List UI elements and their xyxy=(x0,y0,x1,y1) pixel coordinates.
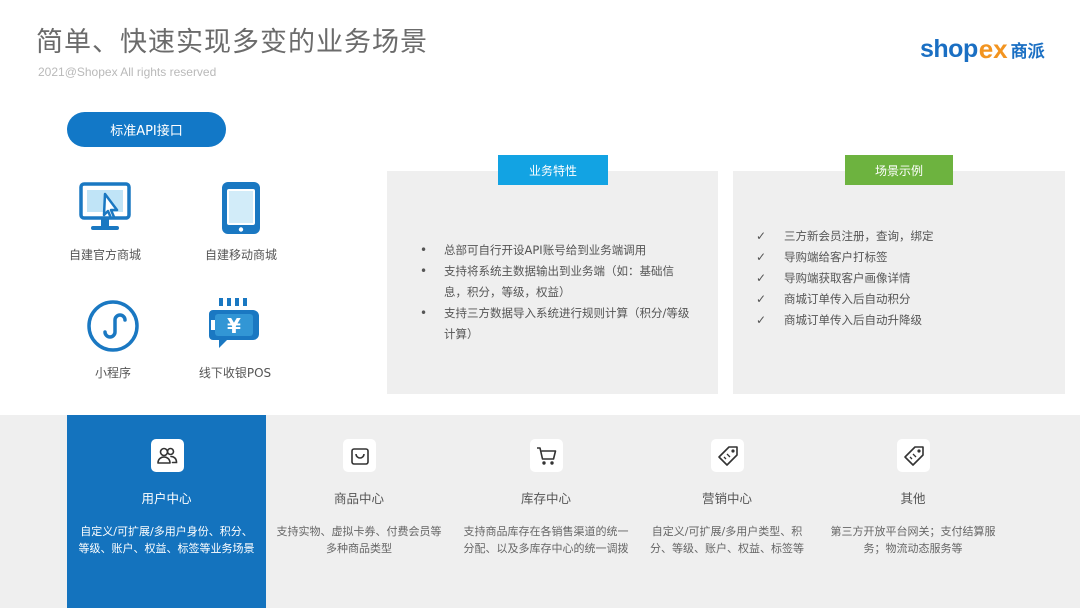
center-title: 营销中心 xyxy=(701,491,752,506)
tablet-icon xyxy=(222,182,260,234)
users-icon xyxy=(150,439,184,472)
tag-icon xyxy=(897,439,930,472)
scenarios-list: 三方新会员注册，查询，绑定 导购端给客户打标签 导购端获取客户画像详情 商城订单… xyxy=(756,226,1036,331)
center-description: 自定义/可扩展/多用户身份、积分、等级、账户、权益、标签等业务场景 xyxy=(78,525,255,555)
center-other[interactable]: 其他 第三方开放平台网关；支付结算服务；物流动态服务等 xyxy=(820,415,1006,608)
pos-terminal-icon: ¥ xyxy=(209,298,259,348)
logo-word: shop xyxy=(920,34,978,63)
channel-label: 线下收银POS xyxy=(198,366,272,380)
logo-x: ex xyxy=(978,33,1008,64)
features-list: 总部可自行开设API账号给到业务端调用 支持将系统主数据输出到业务端（如：基础信… xyxy=(420,240,690,345)
feature-item: 总部可自行开设API账号给到业务端调用 xyxy=(420,240,690,261)
standard-api-button[interactable]: 标准API接口 xyxy=(67,112,226,147)
logo-cn: 商派 xyxy=(1010,41,1045,62)
center-title: 商品中心 xyxy=(333,491,384,506)
svg-text:¥: ¥ xyxy=(227,314,241,338)
scenarios-tag: 场景示例 xyxy=(845,155,953,185)
center-inventory[interactable]: 库存中心 支持商品库存在各销售渠道的统一分配、以及多库存中心的统一调拨 xyxy=(453,415,639,608)
channel-label: 自建移动商城 xyxy=(204,248,277,262)
mini-program-icon xyxy=(87,300,139,352)
center-description: 支持商品库存在各销售渠道的统一分配、以及多库存中心的统一调拨 xyxy=(463,525,629,555)
center-user[interactable]: 用户中心 自定义/可扩展/多用户身份、积分、等级、账户、权益、标签等业务场景 xyxy=(67,415,266,608)
center-title: 库存中心 xyxy=(520,491,571,506)
scenario-item: 商城订单传入后自动积分 xyxy=(756,289,1036,310)
cart-icon xyxy=(530,439,563,472)
shopping-bag-icon xyxy=(343,439,376,472)
channel-official-store[interactable]: 自建官方商城 xyxy=(50,180,160,263)
feature-item: 支持将系统主数据输出到业务端（如：基础信息，积分，等级，权益） xyxy=(420,261,690,303)
copyright-text: 2021@Shopex All rights reserved xyxy=(38,65,217,79)
monitor-cursor-icon xyxy=(79,182,131,230)
scenario-item: 商城订单传入后自动升降级 xyxy=(756,310,1036,331)
page-title: 简单、快速实现多变的业务场景 xyxy=(36,27,428,58)
features-tag: 业务特性 xyxy=(498,155,608,185)
channel-mini-program[interactable]: 小程序 xyxy=(58,298,168,381)
center-marketing[interactable]: 营销中心 自定义/可扩展/多用户类型、积分、等级、账户、权益、标签等 xyxy=(634,415,820,608)
scenario-item: 导购端给客户打标签 xyxy=(756,247,1036,268)
channel-offline-pos[interactable]: ¥ 线下收银POS xyxy=(180,298,290,381)
shopex-logo: shop ex 商派 xyxy=(920,32,1045,66)
feature-item: 支持三方数据导入系统进行规则计算（积分/等级计算） xyxy=(420,303,690,345)
channel-label: 自建官方商城 xyxy=(68,248,141,262)
channel-label: 小程序 xyxy=(94,366,131,380)
center-description: 自定义/可扩展/多用户类型、积分、等级、账户、权益、标签等 xyxy=(650,525,804,555)
center-title: 其他 xyxy=(900,491,926,506)
scenario-item: 导购端获取客户画像详情 xyxy=(756,268,1036,289)
tag-icon xyxy=(711,439,744,472)
center-title: 用户中心 xyxy=(141,491,192,506)
center-description: 第三方开放平台网关；支付结算服务；物流动态服务等 xyxy=(830,525,996,555)
channel-mobile-store[interactable]: 自建移动商城 xyxy=(186,180,296,263)
center-description: 支持实物、虚拟卡券、付费会员等多种商品类型 xyxy=(276,525,442,555)
scenario-item: 三方新会员注册，查询，绑定 xyxy=(756,226,1036,247)
center-product[interactable]: 商品中心 支持实物、虚拟卡券、付费会员等多种商品类型 xyxy=(266,415,452,608)
